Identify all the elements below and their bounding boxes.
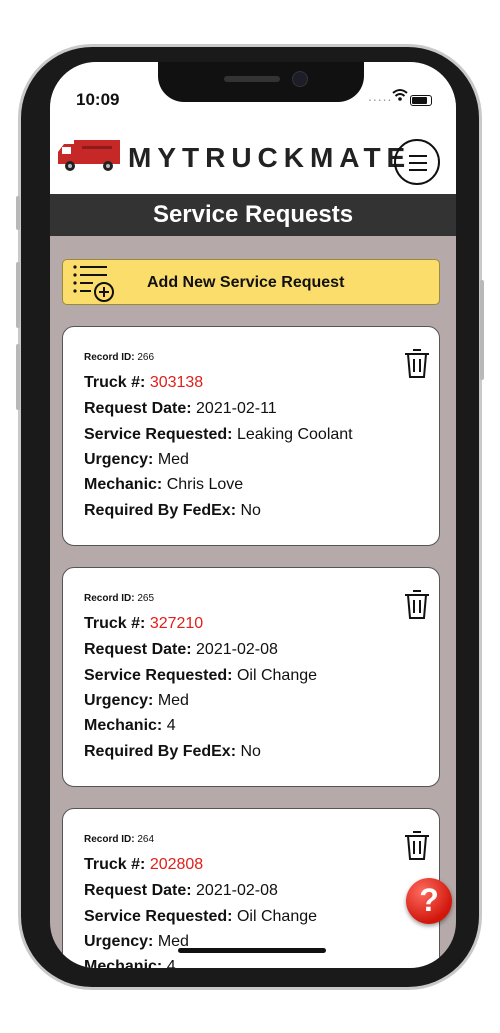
service-requested-row: Service Requested: Leaking Coolant bbox=[84, 426, 353, 444]
battery-icon bbox=[410, 95, 432, 106]
urgency-label: Urgency: bbox=[84, 933, 154, 950]
truck-logo-icon bbox=[58, 140, 120, 171]
notch bbox=[158, 62, 364, 102]
volume-up-button bbox=[16, 262, 20, 328]
request-date-value: 2021-02-08 bbox=[196, 641, 278, 658]
request-date-value: 2021-02-11 bbox=[196, 400, 277, 417]
signal-dots: ..... bbox=[368, 88, 393, 104]
truck-number[interactable]: 303138 bbox=[150, 374, 203, 391]
record-id-value: 264 bbox=[137, 834, 155, 845]
request-date-row: Request Date: 2021-02-08 bbox=[84, 882, 278, 900]
trash-icon[interactable] bbox=[403, 829, 431, 861]
required-by-fedex-row: Required By FedEx: No bbox=[84, 743, 261, 761]
menu-button[interactable] bbox=[394, 139, 440, 185]
required-by-fedex-value: No bbox=[240, 502, 261, 519]
help-icon: ? bbox=[419, 882, 439, 918]
truck-label: Truck #: bbox=[84, 856, 146, 873]
record-id: Record ID: 264 bbox=[84, 834, 154, 845]
screen: 10:09 ..... MYTRUCKMATE Service Requests bbox=[50, 62, 456, 968]
service-requested-row: Service Requested: Oil Change bbox=[84, 908, 317, 926]
camera bbox=[292, 71, 308, 87]
request-date-value: 2021-02-08 bbox=[196, 882, 278, 899]
service-requested-label: Service Requested: bbox=[84, 426, 233, 443]
urgency-row: Urgency: Med bbox=[84, 933, 189, 951]
hamburger-icon bbox=[409, 155, 427, 157]
mechanic-value: 4 bbox=[166, 717, 176, 734]
truck-row: Truck #: 327210 bbox=[84, 615, 203, 633]
wifi-icon bbox=[392, 89, 408, 101]
status-time: 10:09 bbox=[76, 90, 120, 109]
status-bar: 10:09 ..... bbox=[50, 62, 456, 122]
service-requested-value: Oil Change bbox=[236, 908, 318, 925]
mechanic-label: Mechanic: bbox=[84, 958, 163, 968]
urgency-label: Urgency: bbox=[84, 451, 154, 468]
page-title-bar: Service Requests bbox=[50, 194, 456, 236]
add-list-icon bbox=[73, 265, 114, 302]
service-requested-row: Service Requested: Oil Change bbox=[84, 667, 317, 685]
service-requested-value: Oil Change bbox=[236, 667, 318, 684]
mechanic-row: Mechanic: 4 bbox=[84, 717, 176, 735]
truck-row: Truck #: 202808 bbox=[84, 856, 203, 874]
home-indicator[interactable] bbox=[178, 948, 326, 953]
trash-icon[interactable] bbox=[403, 588, 431, 620]
mechanic-label: Mechanic: bbox=[84, 476, 163, 493]
add-service-request-label: Add New Service Request bbox=[147, 274, 345, 291]
required-by-fedex-label: Required By FedEx: bbox=[84, 743, 237, 760]
mechanic-value: 4 bbox=[166, 958, 176, 968]
required-by-fedex-value: No bbox=[240, 743, 261, 760]
truck-row: Truck #: 303138 bbox=[84, 374, 203, 392]
service-request-card: Record ID: 266 Truck #: 303138 Request D… bbox=[62, 326, 440, 546]
brand-logo-text: MYTRUCKMATE bbox=[128, 142, 412, 173]
mechanic-row: Mechanic: 4 bbox=[84, 958, 176, 968]
truck-label: Truck #: bbox=[84, 374, 146, 391]
truck-number[interactable]: 327210 bbox=[150, 615, 203, 632]
urgency-value: Med bbox=[157, 451, 189, 468]
urgency-row: Urgency: Med bbox=[84, 692, 189, 710]
record-id: Record ID: 265 bbox=[84, 593, 154, 604]
mechanic-row: Mechanic: Chris Love bbox=[84, 476, 243, 494]
service-requested-label: Service Requested: bbox=[84, 908, 233, 925]
page-title: Service Requests bbox=[152, 201, 354, 228]
required-by-fedex-row: Required By FedEx: No bbox=[84, 502, 261, 520]
request-date-label: Request Date: bbox=[84, 641, 192, 658]
service-requested-label: Service Requested: bbox=[84, 667, 233, 684]
request-date-row: Request Date: 2021-02-11 bbox=[84, 400, 277, 418]
add-service-request-button[interactable]: Add New Service Request bbox=[62, 259, 440, 305]
hamburger-icon-line bbox=[409, 162, 427, 164]
speaker bbox=[224, 76, 280, 82]
service-requested-value: Leaking Coolant bbox=[236, 426, 353, 443]
record-id-label: Record ID: bbox=[84, 593, 135, 604]
truck-number[interactable]: 202808 bbox=[150, 856, 203, 873]
request-date-label: Request Date: bbox=[84, 882, 192, 899]
request-date-row: Request Date: 2021-02-08 bbox=[84, 641, 278, 659]
service-request-card: Record ID: 265 Truck #: 327210 Request D… bbox=[62, 567, 440, 787]
required-by-fedex-label: Required By FedEx: bbox=[84, 502, 237, 519]
help-button[interactable]: ? bbox=[406, 878, 452, 924]
urgency-value: Med bbox=[157, 692, 189, 709]
request-date-label: Request Date: bbox=[84, 400, 192, 417]
power-button bbox=[480, 280, 484, 380]
truck-label: Truck #: bbox=[84, 615, 146, 632]
mechanic-value: Chris Love bbox=[166, 476, 244, 493]
service-request-card: Record ID: 264 Truck #: 202808 Request D… bbox=[62, 808, 440, 968]
record-id-value: 265 bbox=[137, 593, 155, 604]
urgency-row: Urgency: Med bbox=[84, 451, 189, 469]
mute-switch bbox=[16, 196, 20, 230]
urgency-label: Urgency: bbox=[84, 692, 154, 709]
trash-icon[interactable] bbox=[403, 347, 431, 379]
record-id: Record ID: 266 bbox=[84, 352, 154, 363]
hamburger-icon-line bbox=[409, 169, 427, 171]
mechanic-label: Mechanic: bbox=[84, 717, 163, 734]
volume-down-button bbox=[16, 344, 20, 410]
record-id-value: 266 bbox=[137, 352, 155, 363]
record-id-label: Record ID: bbox=[84, 834, 135, 845]
record-id-label: Record ID: bbox=[84, 352, 135, 363]
